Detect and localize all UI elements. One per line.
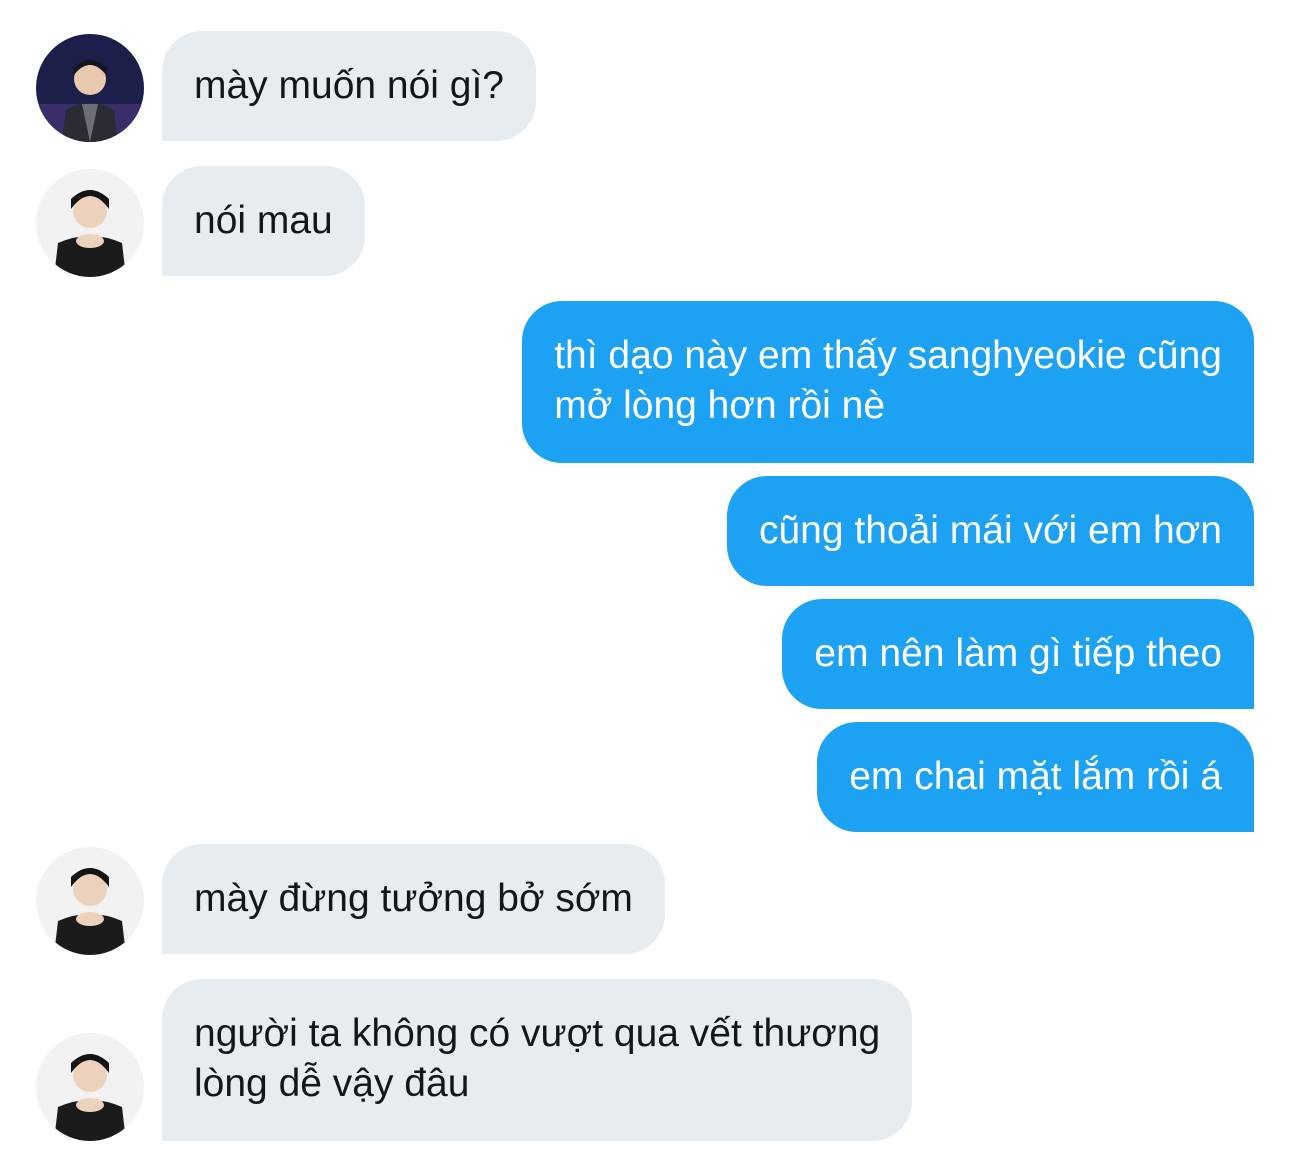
- message-text-line: người ta không có vượt qua vết thương: [194, 1012, 881, 1055]
- message-text-line: mở lòng hơn rồi nè: [554, 384, 886, 427]
- outgoing-message: cũng thoải mái với em hơn: [726, 476, 1254, 586]
- message-text: em chai mặt lắm rồi á: [849, 755, 1222, 798]
- avatar-photo-icon: [36, 34, 144, 142]
- message-text: em nên làm gì tiếp theo: [814, 632, 1222, 675]
- incoming-message: nói mau: [162, 166, 365, 276]
- avatar-photo-icon: [36, 847, 144, 955]
- message-text-line: lòng dễ vậy đâu: [194, 1062, 470, 1105]
- user-avatar[interactable]: [36, 169, 144, 277]
- message-text-line: thì dạo này em thấy sanghyeokie cũng: [554, 334, 1222, 377]
- incoming-message: mày muốn nói gì?: [162, 31, 537, 141]
- user-avatar-stage[interactable]: [36, 34, 144, 142]
- outgoing-message: thì dạo này em thấy sanghyeokie cũng mở …: [522, 301, 1254, 463]
- incoming-message: người ta không có vượt qua vết thương lò…: [162, 979, 913, 1141]
- user-avatar[interactable]: [36, 847, 144, 955]
- message-text: mày muốn nói gì?: [194, 64, 505, 107]
- user-avatar[interactable]: [36, 1033, 144, 1141]
- outgoing-message: em nên làm gì tiếp theo: [782, 599, 1254, 709]
- incoming-message: mày đừng tưởng bở sớm: [162, 844, 665, 954]
- message-text: nói mau: [194, 199, 333, 242]
- message-text: cũng thoải mái với em hơn: [758, 509, 1222, 552]
- outgoing-message: em chai mặt lắm rồi á: [817, 722, 1254, 832]
- avatar-photo-icon: [36, 1033, 144, 1141]
- message-text: mày đừng tưởng bở sớm: [194, 877, 633, 920]
- avatar-photo-icon: [36, 169, 144, 277]
